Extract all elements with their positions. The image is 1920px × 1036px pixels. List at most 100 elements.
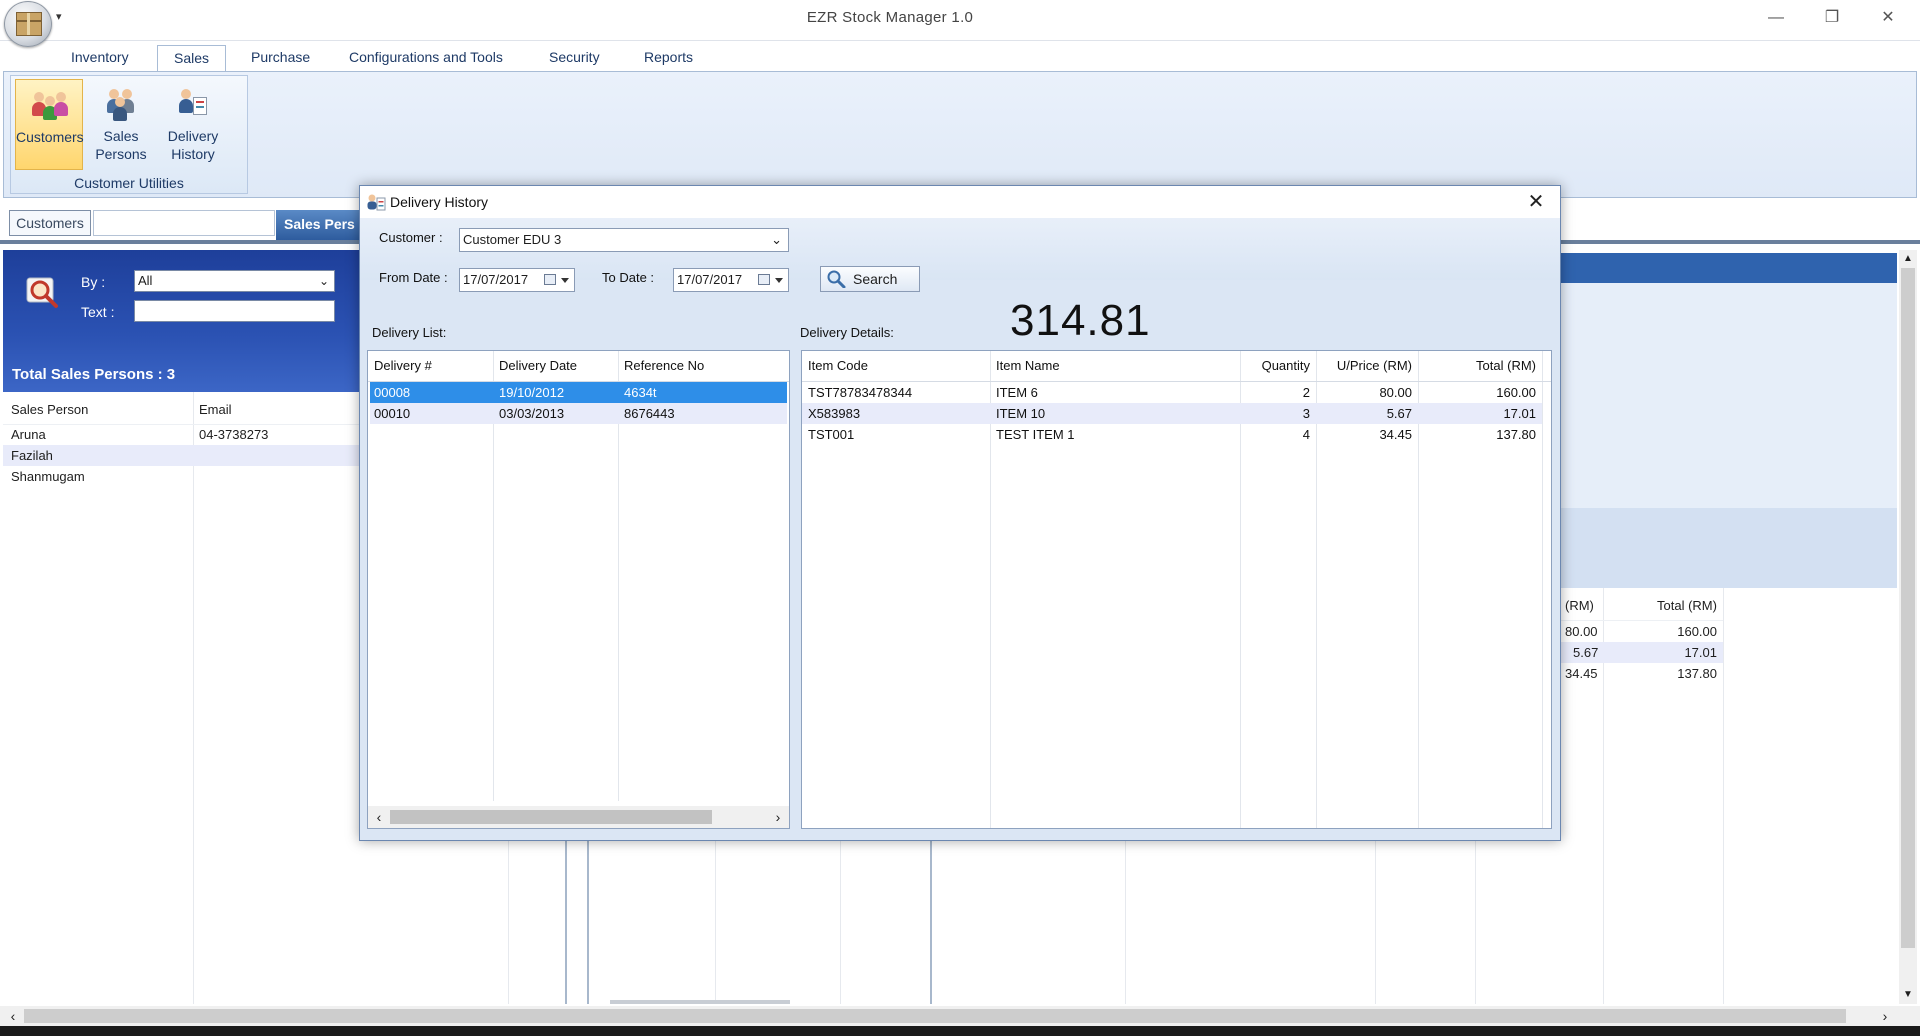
scroll-left-icon[interactable]: ‹: [4, 1006, 22, 1026]
sales-person-email: 04-3738273: [199, 427, 269, 442]
delivery-list-hscrollbar[interactable]: ‹ ›: [368, 806, 789, 828]
table-row[interactable]: X583983 ITEM 10 3 5.67 17.01: [802, 403, 1542, 424]
horizontal-scroll-thumb[interactable]: [24, 1009, 1846, 1023]
delivery-list-label: Delivery List:: [372, 325, 447, 340]
chevron-down-icon: ⌄: [771, 232, 782, 247]
scroll-left-icon[interactable]: ‹: [372, 806, 386, 828]
from-date-picker[interactable]: 17/07/2017: [459, 268, 575, 292]
total-sales-persons: Total Sales Persons : 3: [12, 366, 176, 383]
unit-price: 34.45: [1379, 427, 1412, 442]
search-button[interactable]: Search: [820, 266, 920, 292]
customers-label: Customers: [16, 129, 84, 145]
search-text-input[interactable]: [134, 300, 335, 322]
delivery-list-grid: Delivery # Delivery Date Reference No 00…: [367, 350, 790, 829]
bg-uprice: 34.45: [1565, 666, 1598, 681]
item-code: TST78783478344: [808, 385, 913, 400]
table-row[interactable]: TST78783478344 ITEM 6 2 80.00 160.00: [802, 382, 1542, 403]
scroll-down-icon[interactable]: ▼: [1899, 986, 1917, 1004]
dropdown-arrow-icon: [561, 278, 569, 283]
group-label: Customer Utilities: [74, 175, 184, 191]
tab-reports[interactable]: Reports: [628, 45, 709, 69]
sales-persons-grid: Sales Person Email Aruna 04-3738273 Fazi…: [3, 392, 509, 1004]
dropdown-arrow-icon: [775, 278, 783, 283]
column-header-email[interactable]: Email: [199, 402, 232, 417]
item-name: ITEM 10: [996, 406, 1046, 421]
horizontal-scrollbar[interactable]: ‹ ›: [0, 1006, 1920, 1026]
column-header-sales-person[interactable]: Sales Person: [11, 402, 88, 417]
column-header-item-name[interactable]: Item Name: [990, 351, 1240, 381]
tab-purchase[interactable]: Purchase: [235, 45, 326, 69]
table-row[interactable]: 00008 19/10/2012 4634t: [368, 382, 789, 403]
table-row: 80.00 160.00: [1561, 621, 1723, 642]
table-row: 34.45 137.80: [1561, 663, 1723, 684]
bg-total: 17.01: [1684, 645, 1717, 660]
by-label: By :: [81, 274, 106, 290]
dialog-title-bar[interactable]: Delivery History ✕: [360, 186, 1560, 218]
column-header-quantity[interactable]: Quantity: [1240, 351, 1316, 381]
tab-configurations-and-tools[interactable]: Configurations and Tools: [333, 45, 519, 69]
delivery-history-label-line2: History: [171, 146, 215, 162]
scroll-right-icon[interactable]: ›: [771, 806, 785, 828]
sales-person-search-panel: By : All ⌄ Text : Total Sales Persons : …: [3, 250, 363, 392]
column-header-unit-price[interactable]: U/Price (RM): [1316, 351, 1418, 381]
customers-button[interactable]: Customers: [15, 79, 84, 170]
tab-sales[interactable]: Sales: [157, 45, 227, 72]
delivery-date: 03/03/2013: [499, 406, 565, 421]
item-name: TEST ITEM 1: [996, 427, 1075, 442]
column-header-delivery-number[interactable]: Delivery #: [368, 351, 493, 381]
background-details-grid: (RM) Total (RM) 80.00 160.00 5.67 17.01 …: [1561, 588, 1897, 1004]
delivery-history-dialog: Delivery History ✕ Customer : Customer E…: [359, 185, 1561, 841]
delivery-date: 19/10/2012: [499, 385, 565, 400]
title-bar: ▾ EZR Stock Manager 1.0 — ❐ ✕: [0, 0, 1920, 41]
quantity: 3: [1302, 406, 1310, 421]
tab-inventory[interactable]: Inventory: [55, 45, 145, 69]
calendar-icon: [758, 274, 770, 285]
quantity: 2: [1302, 385, 1310, 400]
item-code: X583983: [808, 406, 861, 421]
vertical-scroll-thumb[interactable]: [1901, 268, 1915, 948]
scroll-right-icon[interactable]: ›: [1876, 1006, 1894, 1026]
table-row[interactable]: Fazilah: [3, 445, 363, 466]
calendar-icon: [544, 274, 556, 285]
table-row[interactable]: 00010 03/03/2013 8676443: [368, 403, 789, 424]
from-date-value: 17/07/2017: [463, 272, 529, 287]
line-total: 137.80: [1496, 427, 1536, 442]
dialog-title: Delivery History: [390, 194, 489, 210]
vertical-scrollbar[interactable]: ▲ ▼: [1899, 250, 1917, 1004]
tab-security[interactable]: Security: [533, 45, 616, 69]
sales-person-name: Fazilah: [11, 448, 53, 463]
delivery-history-button[interactable]: Delivery History: [159, 79, 227, 170]
to-date-picker[interactable]: 17/07/2017: [673, 268, 789, 292]
application-menu-button[interactable]: [4, 1, 52, 47]
doc-tab-customers[interactable]: Customers: [9, 210, 91, 236]
sales-persons-button[interactable]: Sales Persons: [87, 79, 155, 170]
column-header-reference-no[interactable]: Reference No: [618, 351, 788, 381]
minimize-icon[interactable]: —: [1748, 0, 1804, 36]
unit-price: 80.00: [1379, 385, 1412, 400]
column-header-total[interactable]: Total (RM): [1418, 351, 1542, 381]
item-name: ITEM 6: [996, 385, 1038, 400]
customer-select[interactable]: Customer EDU 3 ⌄: [459, 228, 789, 252]
chevron-down-icon: ⌄: [318, 274, 329, 288]
scroll-up-icon[interactable]: ▲: [1899, 250, 1917, 268]
background-lower-grid: [565, 840, 1535, 1004]
sales-person-name: Shanmugam: [11, 469, 85, 484]
bg-column-header-total: Total (RM): [1657, 598, 1717, 613]
column-header-item-code[interactable]: Item Code: [802, 351, 990, 381]
by-select-value: All: [138, 273, 153, 288]
table-row[interactable]: TST001 TEST ITEM 1 4 34.45 137.80: [802, 424, 1542, 445]
delivery-details-grid: Item Code Item Name Quantity U/Price (RM…: [801, 350, 1552, 829]
restore-icon[interactable]: ❐: [1804, 0, 1860, 36]
table-row[interactable]: Aruna 04-3738273: [3, 424, 363, 445]
line-total: 17.01: [1503, 406, 1536, 421]
delivery-list-scroll-thumb[interactable]: [390, 810, 712, 824]
column-header-delivery-date[interactable]: Delivery Date: [493, 351, 618, 381]
delivery-history-icon: [367, 194, 386, 211]
bg-uprice: 80.00: [1565, 624, 1598, 639]
table-row[interactable]: Shanmugam: [3, 466, 363, 487]
by-select[interactable]: All ⌄: [134, 270, 335, 292]
ribbon-panel: Customers Sales Persons Delivery History…: [3, 71, 1917, 198]
close-icon[interactable]: ✕: [1518, 188, 1554, 216]
background-info-panel: [1561, 283, 1897, 508]
close-window-icon[interactable]: ✕: [1860, 0, 1916, 36]
